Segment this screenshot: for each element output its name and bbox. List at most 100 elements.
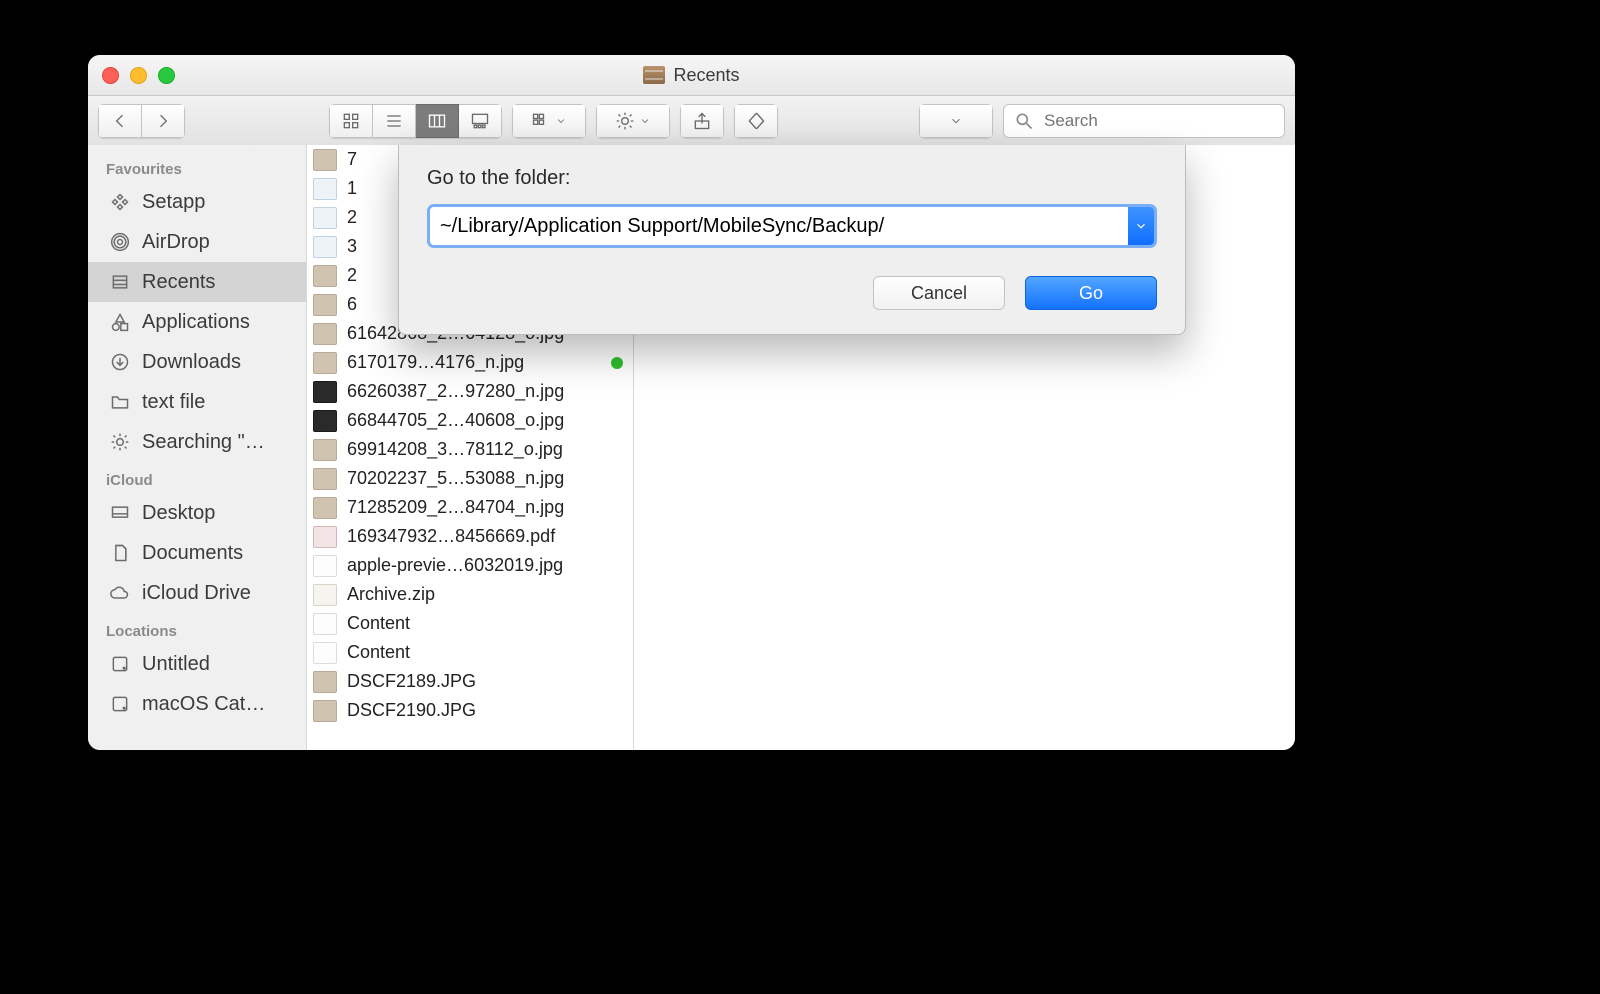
file-row[interactable]: 70202237_5…53088_n.jpg [307, 464, 633, 493]
file-thumbnail [313, 410, 337, 432]
file-row[interactable]: 169347932…8456669.pdf [307, 522, 633, 551]
file-thumbnail [313, 584, 337, 606]
window-title-text: Recents [673, 65, 739, 86]
path-combobox[interactable] [427, 204, 1157, 248]
file-name: 70202237_5…53088_n.jpg [347, 468, 564, 489]
sidebar-item-icloud-drive[interactable]: iCloud Drive [88, 573, 306, 613]
file-row[interactable]: DSCF2189.JPG [307, 667, 633, 696]
download-icon [108, 350, 132, 374]
drawers-icon [108, 270, 132, 294]
sidebar-item-label: Untitled [142, 653, 210, 676]
path-history-dropdown[interactable] [1128, 207, 1154, 245]
nav-buttons [98, 104, 185, 138]
zoom-window-button[interactable] [158, 67, 175, 84]
sidebar-item-documents[interactable]: Documents [88, 533, 306, 573]
file-thumbnail [313, 613, 337, 635]
recents-icon [643, 66, 665, 84]
tags-button[interactable] [734, 104, 778, 138]
forward-button[interactable] [142, 104, 185, 138]
gear-icon [108, 430, 132, 454]
sidebar-section-label: iCloud [88, 462, 306, 493]
color-tag-icon [611, 357, 623, 369]
sidebar-item-label: Recents [142, 271, 215, 294]
file-name: 169347932…8456669.pdf [347, 526, 555, 547]
path-dropdown-button[interactable] [919, 104, 993, 138]
sidebar: Favourites Setapp AirDrop Recents Applicatio… [88, 145, 307, 750]
sidebar-item-label: text file [142, 391, 205, 414]
search-field[interactable] [1003, 104, 1285, 138]
list-view-button[interactable] [373, 104, 416, 138]
sidebar-item-label: Setapp [142, 191, 205, 214]
file-thumbnail [313, 149, 337, 171]
file-name: DSCF2190.JPG [347, 700, 476, 721]
file-name: 66844705_2…40608_o.jpg [347, 410, 564, 431]
file-name: 3 [347, 236, 357, 257]
sidebar-item-macos-cat-[interactable]: macOS Cat… [88, 684, 306, 724]
file-thumbnail [313, 323, 337, 345]
airdrop-icon [108, 230, 132, 254]
column-view-button[interactable] [416, 104, 459, 138]
file-row[interactable]: DSCF2190.JPG [307, 696, 633, 725]
file-row[interactable]: Content [307, 638, 633, 667]
file-thumbnail [313, 497, 337, 519]
sidebar-item-setapp[interactable]: Setapp [88, 182, 306, 222]
gallery-view-button[interactable] [459, 104, 502, 138]
file-row[interactable]: 69914208_3…78112_o.jpg [307, 435, 633, 464]
folder-icon [108, 390, 132, 414]
minimize-window-button[interactable] [130, 67, 147, 84]
disk-icon [108, 692, 132, 716]
sidebar-item-label: Desktop [142, 502, 215, 525]
file-thumbnail [313, 294, 337, 316]
dialog-buttons: Cancel Go [427, 276, 1157, 310]
close-window-button[interactable] [102, 67, 119, 84]
sidebar-item-text-file[interactable]: text file [88, 382, 306, 422]
sidebar-item-desktop[interactable]: Desktop [88, 493, 306, 533]
sidebar-item-downloads[interactable]: Downloads [88, 342, 306, 382]
file-row[interactable]: 66844705_2…40608_o.jpg [307, 406, 633, 435]
search-input[interactable] [1042, 110, 1274, 132]
dialog-label: Go to the folder: [427, 167, 1157, 190]
setapp-icon [108, 190, 132, 214]
file-thumbnail [313, 265, 337, 287]
sidebar-section-label: Favourites [88, 151, 306, 182]
go-button[interactable]: Go [1025, 276, 1157, 310]
file-row[interactable]: Content [307, 609, 633, 638]
sidebar-item-untitled[interactable]: Untitled [88, 644, 306, 684]
file-thumbnail [313, 352, 337, 374]
file-row[interactable]: apple-previe…6032019.jpg [307, 551, 633, 580]
file-name: Archive.zip [347, 584, 435, 605]
view-mode-buttons [329, 104, 502, 138]
cancel-button[interactable]: Cancel [873, 276, 1005, 310]
search-icon [1014, 111, 1034, 131]
sidebar-item-recents[interactable]: Recents [88, 262, 306, 302]
cloud-icon [108, 581, 132, 605]
traffic-lights [102, 67, 175, 84]
finder-window: Recents [88, 55, 1295, 750]
file-thumbnail [313, 642, 337, 664]
path-input[interactable] [430, 207, 1128, 245]
titlebar[interactable]: Recents [88, 55, 1295, 96]
share-button[interactable] [680, 104, 724, 138]
file-thumbnail [313, 700, 337, 722]
back-button[interactable] [98, 104, 142, 138]
file-row[interactable]: 66260387_2…97280_n.jpg [307, 377, 633, 406]
sidebar-item-airdrop[interactable]: AirDrop [88, 222, 306, 262]
docs-icon [108, 541, 132, 565]
file-name: Content [347, 613, 410, 634]
file-name: 7 [347, 149, 357, 170]
sidebar-item-applications[interactable]: Applications [88, 302, 306, 342]
action-menu-button[interactable] [596, 104, 670, 138]
file-thumbnail [313, 439, 337, 461]
toolbar [88, 96, 1295, 147]
sidebar-item-searching-[interactable]: Searching "… [88, 422, 306, 462]
file-row[interactable]: 71285209_2…84704_n.jpg [307, 493, 633, 522]
file-thumbnail [313, 671, 337, 693]
sidebar-item-label: Searching "… [142, 431, 265, 454]
file-row[interactable]: 6170179…4176_n.jpg [307, 348, 633, 377]
file-thumbnail [313, 555, 337, 577]
group-by-button[interactable] [512, 104, 586, 138]
file-thumbnail [313, 178, 337, 200]
sidebar-item-label: AirDrop [142, 231, 210, 254]
icon-view-button[interactable] [329, 104, 373, 138]
file-row[interactable]: Archive.zip [307, 580, 633, 609]
